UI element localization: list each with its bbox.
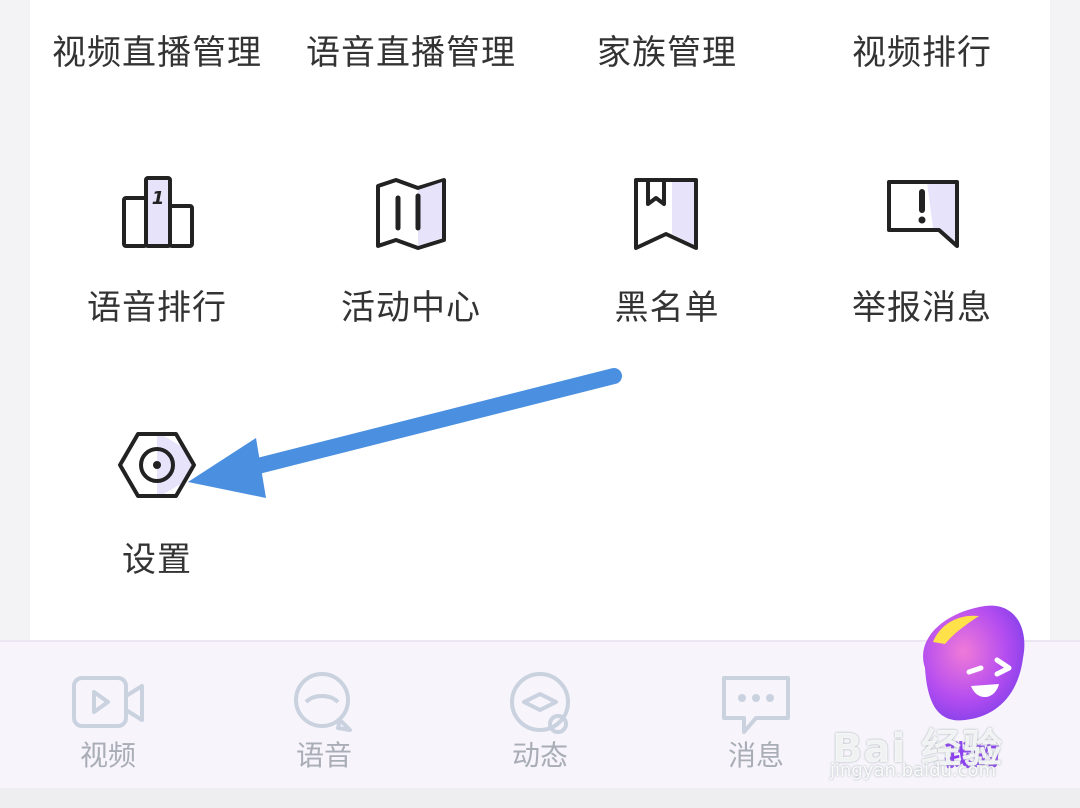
video-icon: [72, 676, 144, 728]
moments-icon: [510, 672, 570, 734]
watermark-url: jingyan.baidu.com: [830, 760, 997, 781]
tab-voice[interactable]: 语音: [216, 642, 432, 790]
tab-voice-label: 语音: [295, 739, 352, 772]
voice-icon: [294, 672, 352, 732]
bottom-strip: [0, 788, 1080, 808]
tab-moments[interactable]: 动态: [432, 642, 648, 790]
tab-video-label: 视频: [79, 739, 136, 772]
tab-video[interactable]: 视频: [0, 642, 216, 790]
message-icon: [722, 676, 790, 734]
tab-moments-label: 动态: [511, 739, 568, 772]
